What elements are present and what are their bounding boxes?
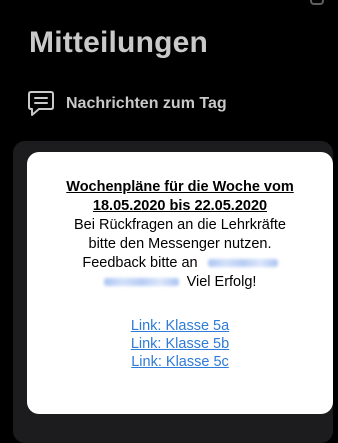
redacted-email-part-1 — [207, 259, 278, 268]
partial-top-icon[interactable] — [310, 0, 324, 5]
feedback-label: Feedback bitte an — [82, 255, 198, 271]
section-header: Nachrichten zum Tag — [28, 90, 227, 118]
message-card: Wochenpläne für die Woche vom 18.05.2020… — [27, 152, 333, 414]
link-klasse-5c[interactable]: Link: Klasse 5c — [27, 353, 333, 371]
class-links: Link: Klasse 5a Link: Klasse 5b Link: Kl… — [27, 317, 333, 371]
message-text-line-2: bitte den Messenger nutzen. — [88, 236, 272, 252]
message-closing-line: Viel Erfolg! — [27, 273, 333, 292]
chat-bubble-icon — [28, 91, 54, 116]
closing-text: Viel Erfolg! — [186, 274, 257, 290]
message-heading-line-1: Wochenpläne für die Woche vom — [66, 179, 294, 195]
section-title: Nachrichten zum Tag — [66, 95, 227, 112]
page-title: Mitteilungen — [29, 26, 209, 59]
link-klasse-5b[interactable]: Link: Klasse 5b — [27, 335, 333, 353]
message-heading-line-2: 18.05.2020 bis 22.05.2020 — [92, 198, 268, 214]
message-text-line-1: Bei Rückfragen an die Lehrkräfte — [74, 217, 286, 233]
message-feedback-line: Feedback bitte an — [27, 254, 333, 273]
redacted-email-part-2 — [103, 278, 179, 287]
link-klasse-5a[interactable]: Link: Klasse 5a — [27, 317, 333, 335]
message-body: Wochenpläne für die Woche vom 18.05.2020… — [27, 152, 333, 371]
